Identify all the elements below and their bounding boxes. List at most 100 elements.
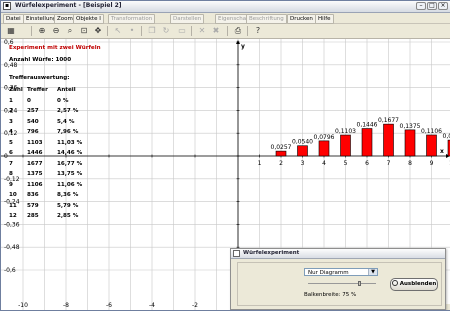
table-cell: 579 bbox=[27, 203, 39, 209]
refresh-icon[interactable]: ↻ bbox=[161, 26, 171, 36]
point-icon[interactable]: • bbox=[127, 26, 137, 36]
x-tick-label: -2 bbox=[192, 302, 198, 309]
table-cell: 7,96 % bbox=[57, 129, 78, 135]
copy-icon[interactable]: ❐ bbox=[147, 26, 157, 36]
table-cell: 5,79 % bbox=[57, 203, 78, 209]
table-header: Anteil bbox=[57, 87, 76, 93]
table-header: Zahl bbox=[9, 87, 23, 93]
menu-drucken[interactable]: Drucken bbox=[287, 14, 316, 24]
x-tick-label: 8 bbox=[408, 160, 412, 167]
menu-objekte i[interactable]: Objekte I bbox=[73, 14, 104, 24]
close-icon[interactable]: × bbox=[438, 2, 448, 10]
table-cell: 257 bbox=[27, 108, 39, 114]
calculator-icon[interactable]: ▦ bbox=[6, 26, 16, 36]
chart-bar bbox=[298, 146, 308, 156]
table-cell: 9 bbox=[9, 182, 13, 188]
chart-bar bbox=[405, 130, 415, 156]
bar-width-slider[interactable] bbox=[308, 281, 376, 286]
print-icon[interactable]: ⎙ bbox=[233, 26, 243, 36]
zoom-fit-icon[interactable]: ⊡ bbox=[79, 26, 89, 36]
menu-transformation[interactable]: Transformation bbox=[108, 14, 155, 24]
x-axis-label: x bbox=[440, 148, 444, 155]
toolbar-separator bbox=[227, 26, 228, 36]
x-tick-label: 3 bbox=[301, 160, 305, 167]
table-cell: 1677 bbox=[27, 161, 43, 167]
table-cell: 7 bbox=[9, 161, 13, 167]
table-cell: 14,46 % bbox=[57, 150, 82, 156]
x-tick-label: 1 bbox=[258, 160, 262, 167]
y-tick-label: -0,6 bbox=[4, 267, 16, 274]
panel-icon bbox=[233, 250, 240, 257]
minimize-icon[interactable]: – bbox=[416, 2, 426, 10]
table-cell: 285 bbox=[27, 213, 39, 219]
bar-width-label: Balkenbreite: 75 % bbox=[304, 292, 356, 298]
menu-beschriftung[interactable]: Beschriftung bbox=[246, 14, 287, 24]
table-cell: 1103 bbox=[27, 140, 43, 146]
chart-bar bbox=[362, 129, 372, 156]
x-tick-label: -4 bbox=[149, 302, 155, 309]
throw-count: Anzahl Würfe: 1000 bbox=[9, 57, 71, 63]
table-header: Treffer bbox=[27, 87, 48, 93]
y-tick-label: -0,36 bbox=[4, 221, 20, 228]
table-cell: 3 bbox=[9, 119, 13, 125]
table-cell: 1 bbox=[9, 98, 13, 104]
table-cell: 8,36 % bbox=[57, 192, 78, 198]
zoom-out-icon[interactable]: ⊖ bbox=[51, 26, 61, 36]
zoom-area-icon[interactable]: ⌕ bbox=[65, 26, 75, 36]
settings-panel: Würfelexperiment Nur Diagramm ▼ Balkenbr… bbox=[230, 248, 446, 310]
y-axis-label: y bbox=[241, 43, 245, 50]
display-mode-select[interactable]: Nur Diagramm ▼ bbox=[304, 268, 378, 276]
table-cell: 4 bbox=[9, 129, 13, 135]
table-cell: 11,03 % bbox=[57, 140, 82, 146]
bar-value-label: 0,1375 bbox=[400, 123, 421, 130]
table-cell: 796 bbox=[27, 129, 39, 135]
x-tick-label: 5 bbox=[344, 160, 348, 167]
table-cell: 540 bbox=[27, 119, 39, 125]
bar-value-label: 0,0796 bbox=[314, 134, 335, 141]
menu-bar: DateiEinstellungenZoomObjekte ITransform… bbox=[1, 13, 450, 24]
table-cell: 1106 bbox=[27, 182, 43, 188]
bar-value-label: 0,0836 bbox=[443, 133, 450, 140]
table-cell: 1446 bbox=[27, 150, 43, 156]
chart-bar bbox=[384, 124, 394, 156]
slider-track bbox=[308, 283, 376, 284]
menu-darstellen[interactable]: Darstellen bbox=[170, 14, 204, 24]
toolbar: ▦ ⊕ ⊖ ⌕ ⊡ ✥ ↖ • ❐ ↻ ▭ ✕ ✖ ⎙? bbox=[1, 24, 450, 39]
y-tick-label: 0 bbox=[4, 153, 8, 160]
window-title: Würfelexperiment - [Beispiel 2] bbox=[15, 2, 122, 9]
paste-icon[interactable]: ▭ bbox=[177, 26, 187, 36]
chart-bar bbox=[319, 141, 329, 156]
app-icon: ▪ bbox=[3, 2, 11, 10]
chart-bar bbox=[341, 135, 351, 156]
hide-button[interactable]: Ausblenden bbox=[390, 278, 438, 291]
menu-datei[interactable]: Datei bbox=[3, 14, 24, 24]
table-cell: 0 bbox=[27, 98, 31, 104]
chart-bar bbox=[427, 135, 437, 156]
table-cell: 11,06 % bbox=[57, 182, 82, 188]
menu-hilfe[interactable]: Hilfe bbox=[315, 14, 334, 24]
slider-thumb[interactable] bbox=[358, 281, 361, 286]
table-cell: 5 bbox=[9, 140, 13, 146]
chevron-down-icon[interactable]: ▼ bbox=[368, 269, 377, 275]
x-tick-label: 7 bbox=[387, 160, 391, 167]
table-cell: 16,77 % bbox=[57, 161, 82, 167]
table-cell: 836 bbox=[27, 192, 39, 198]
move-icon[interactable]: ✥ bbox=[93, 26, 103, 36]
maximize-icon[interactable]: □ bbox=[427, 2, 437, 10]
x-tick-label: 2 bbox=[279, 160, 283, 167]
table-cell: 1375 bbox=[27, 171, 43, 177]
x-tick-label: 9 bbox=[430, 160, 434, 167]
table-cell: 10 bbox=[9, 192, 17, 198]
panel-body: Nur Diagramm ▼ Balkenbreite: 75 % Ausble… bbox=[237, 262, 442, 306]
display-mode-value: Nur Diagramm bbox=[308, 270, 349, 276]
bar-value-label: 0,0540 bbox=[292, 139, 313, 146]
zoom-in-icon[interactable]: ⊕ bbox=[37, 26, 47, 36]
table-cell: 12 bbox=[9, 213, 17, 219]
delete-all-icon[interactable]: ✖ bbox=[211, 26, 221, 36]
delete-icon[interactable]: ✕ bbox=[197, 26, 207, 36]
hide-button-label: Ausblenden bbox=[400, 281, 437, 287]
panel-title: Würfelexperiment bbox=[231, 249, 445, 259]
x-tick-label: -10 bbox=[18, 302, 28, 309]
pointer-icon[interactable]: ↖ bbox=[113, 26, 123, 36]
help-icon[interactable]: ? bbox=[253, 26, 263, 36]
